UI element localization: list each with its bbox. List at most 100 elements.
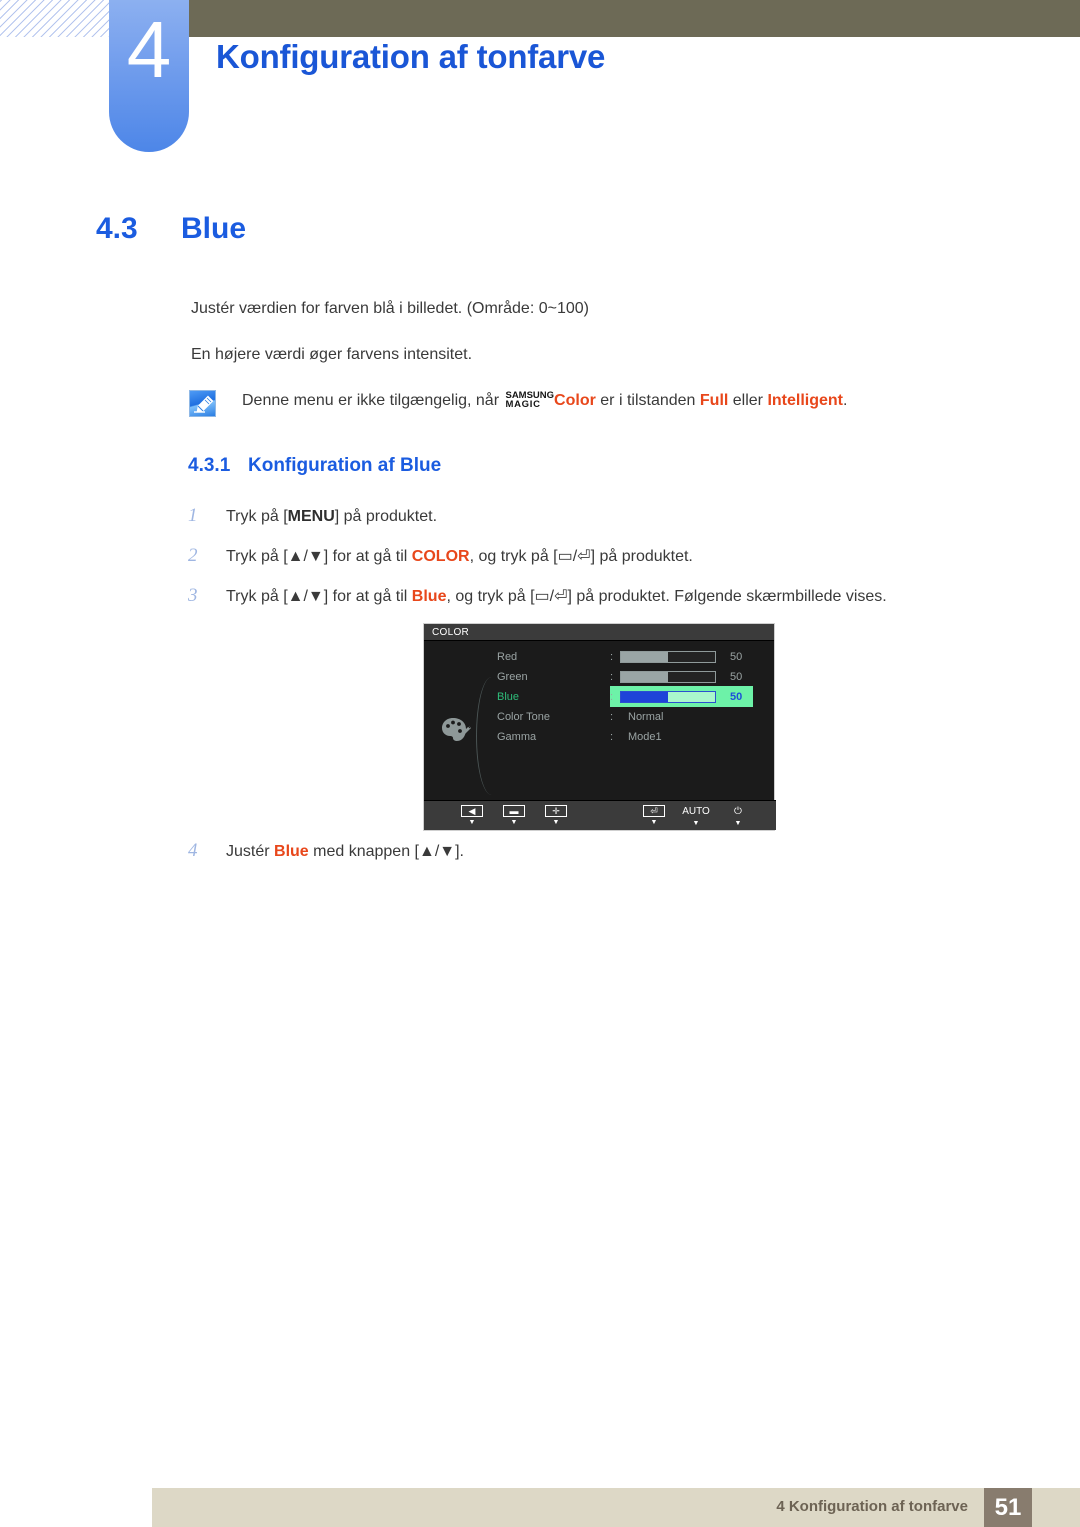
note-pen-icon xyxy=(189,390,216,417)
osd-slider[interactable] xyxy=(620,651,716,663)
header-olive-bar xyxy=(188,0,1080,37)
step-item: 1 Tryk på [MENU] på produktet. xyxy=(188,505,1018,528)
note-text-end: . xyxy=(843,392,848,409)
osd-slider[interactable] xyxy=(620,691,716,703)
osd-slider-value: 50 xyxy=(730,671,743,683)
osd-body: Red: 50 Green: 50 Blue: 50 Color Tone: Normal Ga… xyxy=(424,641,774,800)
osd-slider[interactable] xyxy=(620,671,716,683)
osd-menu-row[interactable]: Red: 50 xyxy=(424,647,776,667)
step-4-highlight: Blue xyxy=(274,843,309,860)
osd-slider-fill xyxy=(621,672,668,682)
caret-down-icon: ▼ xyxy=(510,819,518,826)
osd-toolbar: ◀ ▼ ▬ ▼ ✛ ▼ ⏎ ▼ AUTO ▼ ⏻ ▼ xyxy=(424,800,776,830)
caret-down-icon: ▼ xyxy=(650,819,658,826)
back-icon-button[interactable]: ◀ ▼ xyxy=(454,805,490,826)
body-paragraph-2: En højere værdi øger farvens intensitet. xyxy=(191,346,473,363)
osd-slider-fill xyxy=(621,692,668,702)
chapter-number: 4 xyxy=(126,5,172,94)
magic-color-word: Color xyxy=(554,392,596,409)
step-text-run: Tryk på [▲/▼] for at gå til xyxy=(226,548,412,565)
osd-row-colon: : xyxy=(610,731,614,743)
subsection-number: 4.3.1 xyxy=(188,455,231,476)
auto-label: AUTO xyxy=(682,806,710,817)
step-text: Tryk på [▲/▼] for at gå til COLOR, og tr… xyxy=(226,546,693,568)
step-text: Tryk på [MENU] på produktet. xyxy=(226,506,437,528)
back-icon: ◀ xyxy=(461,805,483,817)
osd-row-colon: : xyxy=(610,711,614,723)
step-4-text-before: Justér xyxy=(226,843,275,860)
section-heading: 4.3 Blue xyxy=(96,212,246,246)
minus-icon: ▬ xyxy=(503,805,525,817)
power-icon-button[interactable]: ⏻ ▼ xyxy=(720,805,756,827)
footer-text: 4 Konfiguration af tonfarve xyxy=(776,1498,968,1515)
plus-icon: ✛ xyxy=(545,805,567,817)
osd-row-label: Gamma xyxy=(497,731,537,743)
osd-row-value: Mode1 xyxy=(628,731,662,743)
subsection-heading: 4.3.1 Konfiguration af Blue xyxy=(188,455,441,477)
caret-down-icon: ▼ xyxy=(552,819,560,826)
osd-screenshot: COLOR Red: 50 Green: 50 Blue: 50 Color Tone: No… xyxy=(423,623,776,831)
osd-title: COLOR xyxy=(432,626,470,638)
step-text-run: , og tryk på [▭/⏎] på produktet. Følgend… xyxy=(446,588,887,605)
page-footer: 4 Konfiguration af tonfarve 51 xyxy=(152,1488,1080,1527)
osd-menu-row[interactable]: Blue: 50 xyxy=(424,686,776,707)
osd-row-label: Color Tone xyxy=(497,711,550,723)
step-text: Tryk på [▲/▼] for at gå til Blue, og try… xyxy=(226,586,887,608)
plus-icon-button[interactable]: ✛ ▼ xyxy=(538,805,574,826)
step-number: 1 xyxy=(188,505,198,526)
footer-page-number: 51 xyxy=(984,1488,1032,1527)
menu-highlight: Blue xyxy=(411,588,447,605)
osd-row-label: Green xyxy=(497,671,528,683)
subsection-title: Konfiguration af Blue xyxy=(248,455,442,476)
osd-row-colon: : xyxy=(610,691,614,703)
step-4-text-after: med knappen [▲/▼]. xyxy=(308,843,464,860)
body-paragraph-1: Justér værdien for farven blå i billedet… xyxy=(191,300,589,317)
minus-icon-button[interactable]: ▬ ▼ xyxy=(496,805,532,826)
note-text-middle: er i tilstanden xyxy=(595,392,700,409)
key-label: MENU xyxy=(287,508,335,525)
step-number: 3 xyxy=(188,585,198,606)
step-4-number: 4 xyxy=(188,840,198,861)
step-text-run: Tryk på [▲/▼] for at gå til xyxy=(226,588,412,605)
page-header: 4 Konfiguration af tonfarve xyxy=(0,0,1080,160)
caret-down-icon: ▼ xyxy=(692,820,700,827)
step-item: 2 Tryk på [▲/▼] for at gå til COLOR, og t… xyxy=(188,545,1018,568)
osd-titlebar: COLOR xyxy=(424,624,774,641)
osd-row-colon: : xyxy=(610,671,614,683)
osd-slider-value: 50 xyxy=(730,651,743,663)
note-block: Denne menu er ikke tilgængelig, når SAMS… xyxy=(189,389,847,417)
magic-line2: MAGIC xyxy=(505,399,541,410)
steps-list: 1 Tryk på [MENU] på produktet. 2 Tryk på [▲… xyxy=(188,505,1018,625)
note-text: Denne menu er ikke tilgængelig, når SAMS… xyxy=(242,389,847,413)
step-number: 2 xyxy=(188,545,198,566)
enter-icon-button[interactable]: ⏎ ▼ xyxy=(636,805,672,826)
osd-menu-row[interactable]: Green: 50 xyxy=(424,667,776,687)
mode-intelligent: Intelligent xyxy=(767,392,844,409)
auto-label-button[interactable]: AUTO ▼ xyxy=(678,805,714,827)
osd-row-value: Normal xyxy=(628,711,664,723)
power-icon: ⏻ xyxy=(734,806,742,817)
section-number: 4.3 xyxy=(96,212,138,245)
step-item: 3 Tryk på [▲/▼] for at gå til Blue, og tr… xyxy=(188,585,1018,608)
step-text-run: ] på produktet. xyxy=(334,508,438,525)
step-4-text: Justér Blue med knappen [▲/▼]. xyxy=(226,841,464,863)
caret-down-icon: ▼ xyxy=(468,819,476,826)
step-text-run: , og tryk på [▭/⏎] på produktet. xyxy=(469,548,693,565)
osd-slider-fill xyxy=(621,652,668,662)
menu-highlight: COLOR xyxy=(411,548,470,565)
mode-full: Full xyxy=(699,392,729,409)
note-text-before: Denne menu er ikke tilgængelig, når xyxy=(242,392,504,409)
osd-row-colon: : xyxy=(610,651,614,663)
note-text-or: eller xyxy=(728,392,768,409)
chapter-badge: 4 xyxy=(109,0,189,152)
chapter-title: Konfiguration af tonfarve xyxy=(216,38,606,75)
step-4: 4 Justér Blue med knappen [▲/▼]. xyxy=(188,840,464,863)
osd-rows: Red: 50 Green: 50 Blue: 50 Color Tone: Normal Ga… xyxy=(424,647,776,747)
osd-row-label: Red xyxy=(497,651,518,663)
magic-logo: SAMSUNG MAGIC xyxy=(505,391,554,410)
osd-menu-row[interactable]: Gamma: Mode1 xyxy=(424,727,776,747)
step-text-run: Tryk på [ xyxy=(226,508,288,525)
osd-menu-row[interactable]: Color Tone: Normal xyxy=(424,707,776,727)
section-title: Blue xyxy=(181,212,247,245)
osd-slider-value: 50 xyxy=(730,691,743,703)
